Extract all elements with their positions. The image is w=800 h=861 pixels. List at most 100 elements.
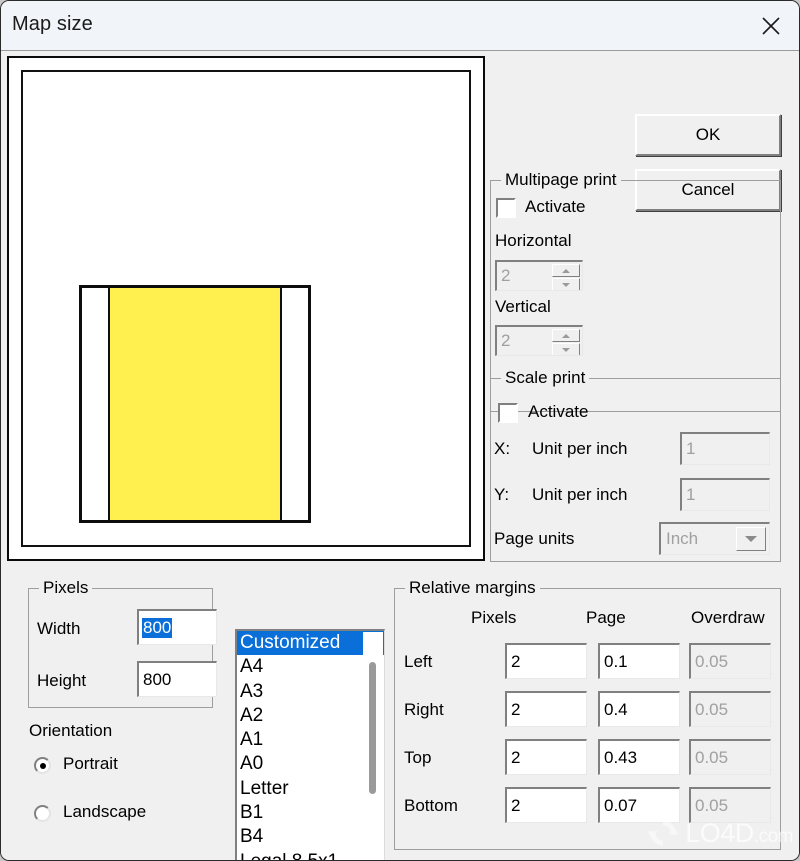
paper-size-item[interactable]: Letter <box>237 777 384 801</box>
scale-x-value: 1 <box>686 439 696 458</box>
width-input-value: 800 <box>142 617 173 638</box>
margin-value: 0.05 <box>695 795 729 815</box>
paper-size-item[interactable]: A3 <box>237 680 384 704</box>
vertical-spinner[interactable]: 2 <box>495 325 583 356</box>
multipage-activate-checkbox[interactable] <box>496 198 516 218</box>
paper-size-item[interactable]: B1 <box>237 801 384 825</box>
scale-y-label: Unit per inch <box>532 485 628 504</box>
width-input[interactable]: 800 <box>137 609 217 645</box>
relative-margins-title: Relative margins <box>405 578 540 598</box>
margin-value: 2 <box>511 747 521 767</box>
margin-right-overdraw-input[interactable]: 0.05 <box>689 691 771 727</box>
orientation-landscape-radio[interactable] <box>34 805 51 822</box>
vertical-spin-up-button[interactable] <box>552 329 580 342</box>
horizontal-spinner-buttons[interactable] <box>552 264 580 290</box>
orientation-landscape-label: Landscape <box>63 802 147 821</box>
margin-right-pixels-input[interactable]: 2 <box>505 691 587 727</box>
vertical-spinner-buttons[interactable] <box>552 329 580 355</box>
vertical-spin-down-button[interactable] <box>552 343 580 355</box>
scale-activate-label: Activate <box>528 402 589 421</box>
multipage-print-title: Multipage print <box>501 170 621 190</box>
margins-column-header: Page <box>586 608 626 627</box>
title-bar: Map size <box>1 1 799 51</box>
margin-value: 0.05 <box>695 747 729 767</box>
margin-right-page-input[interactable]: 0.4 <box>598 691 680 727</box>
page-units-value: Inch <box>666 529 699 548</box>
vertical-label: Vertical <box>495 297 551 316</box>
margin-value: 0.1 <box>604 651 628 671</box>
chevron-down-icon <box>562 347 570 352</box>
paper-size-item[interactable]: B4 <box>237 825 384 849</box>
paper-size-item[interactable]: A2 <box>237 704 384 728</box>
height-input[interactable]: 800 <box>137 661 217 697</box>
margin-value: 0.05 <box>695 699 729 719</box>
preview-map-area <box>108 288 282 520</box>
radio-selected-dot <box>39 762 46 769</box>
listbox-scroll-thumb[interactable] <box>369 662 376 794</box>
margin-value: 2 <box>511 795 521 815</box>
paper-size-list-items[interactable]: CustomizedA4A3A2A1A0LetterB1B4Legal 8.5x… <box>237 631 384 860</box>
horizontal-spinner-value: 2 <box>501 266 511 285</box>
margin-top-pixels-input[interactable]: 2 <box>505 739 587 775</box>
margin-value: 0.07 <box>604 795 638 815</box>
margin-top-page-input[interactable]: 0.43 <box>598 739 680 775</box>
margin-row-label: Left <box>404 652 433 671</box>
height-input-value: 800 <box>143 669 172 689</box>
orientation-label: Orientation <box>29 721 113 740</box>
margin-value: 0.4 <box>604 699 628 719</box>
scale-x-label: Unit per inch <box>532 439 628 458</box>
margin-row-label: Top <box>404 748 432 767</box>
scale-x-input[interactable]: 1 <box>680 432 770 465</box>
multipage-activate-label: Activate <box>525 197 586 216</box>
chevron-down-icon <box>562 282 570 287</box>
page-units-label: Page units <box>494 529 575 548</box>
paper-size-item[interactable]: Customized <box>237 631 384 656</box>
margins-column-header: Overdraw <box>691 608 765 627</box>
paper-size-listbox[interactable]: CustomizedA4A3A2A1A0LetterB1B4Legal 8.5x… <box>235 629 385 860</box>
preview-page-canvas <box>21 70 471 547</box>
chevron-up-icon <box>562 268 570 273</box>
margin-left-pixels-input[interactable]: 2 <box>505 643 587 679</box>
pixels-group-title: Pixels <box>39 578 93 598</box>
paper-size-item[interactable]: A1 <box>237 728 384 752</box>
width-label: Width <box>37 619 81 638</box>
orientation-portrait-radio[interactable] <box>34 757 51 774</box>
margin-left-overdraw-input[interactable]: 0.05 <box>689 643 771 679</box>
margin-value: 0.05 <box>695 651 729 671</box>
margin-bottom-overdraw-input[interactable]: 0.05 <box>689 787 771 823</box>
dialog-client-area: OK Cancel Multipage print Activate Horiz… <box>1 51 799 860</box>
chevron-down-icon[interactable] <box>736 527 766 551</box>
horizontal-spin-down-button[interactable] <box>552 278 580 290</box>
height-label: Height <box>37 671 87 690</box>
chevron-up-icon <box>562 333 570 338</box>
screenshot-root: Map size OK Cancel Multipage print Activ… <box>0 0 800 861</box>
map-size-dialog: Map size OK Cancel Multipage print Activ… <box>0 0 800 861</box>
vertical-spinner-value: 2 <box>501 331 511 350</box>
listbox-scrollbar[interactable] <box>363 632 383 860</box>
paper-size-item[interactable]: A4 <box>237 655 384 679</box>
close-button[interactable] <box>743 1 799 50</box>
scale-print-title: Scale print <box>501 368 590 388</box>
scale-activate-checkbox[interactable] <box>498 403 518 423</box>
horizontal-label: Horizontal <box>495 231 572 250</box>
margin-row-label: Bottom <box>404 796 458 815</box>
window-title: Map size <box>12 13 93 35</box>
margins-column-header: Pixels <box>471 608 517 627</box>
margin-value: 0.43 <box>604 747 638 767</box>
paper-size-item[interactable]: A0 <box>237 752 384 776</box>
horizontal-spinner[interactable]: 2 <box>495 260 583 291</box>
margin-left-page-input[interactable]: 0.1 <box>598 643 680 679</box>
margin-value: 2 <box>511 699 521 719</box>
horizontal-spin-up-button[interactable] <box>552 264 580 277</box>
scale-y-input[interactable]: 1 <box>680 478 770 511</box>
ok-button[interactable]: OK <box>635 114 781 156</box>
margin-bottom-page-input[interactable]: 0.07 <box>598 787 680 823</box>
paper-size-item[interactable]: Legal 8.5x1 <box>237 850 384 860</box>
margin-bottom-pixels-input[interactable]: 2 <box>505 787 587 823</box>
scale-y-prefix: Y: <box>494 485 510 504</box>
orientation-portrait-label: Portrait <box>63 754 118 773</box>
page-units-select[interactable]: Inch <box>659 522 770 555</box>
margin-top-overdraw-input[interactable]: 0.05 <box>689 739 771 775</box>
page-preview-panel[interactable] <box>7 56 485 561</box>
ok-button-label: OK <box>695 125 721 144</box>
